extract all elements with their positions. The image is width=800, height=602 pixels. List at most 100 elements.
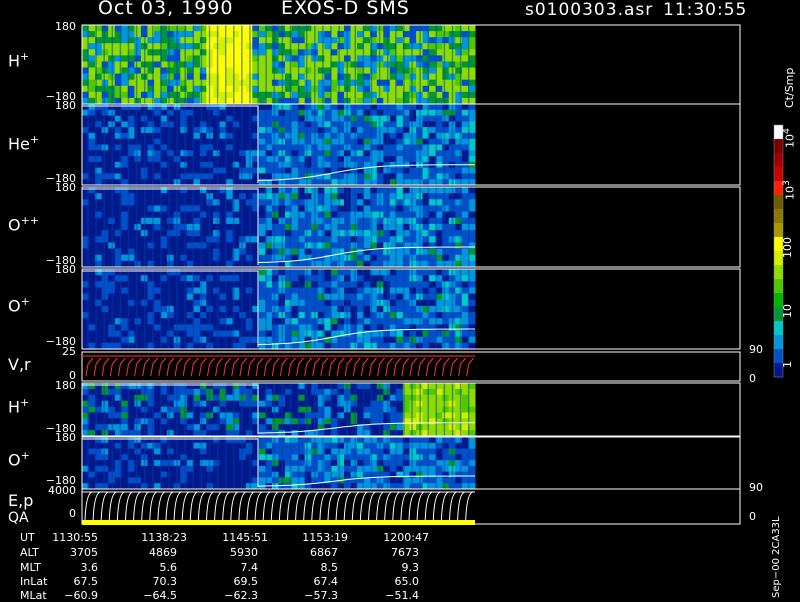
cell [134,67,142,75]
cell [442,305,450,313]
cell [442,418,450,425]
cell [271,79,279,87]
cell [134,305,142,313]
cell [180,477,188,484]
cell [396,336,404,344]
cell [330,49,338,56]
cell [180,460,188,467]
cell [383,254,391,262]
cell [291,121,299,128]
cell [409,25,417,32]
cell [350,104,358,111]
cell [468,230,476,237]
cell [88,150,96,157]
cell [271,138,279,146]
cell [101,299,109,307]
mlat-1: −60.9 [64,589,98,602]
cell [330,109,338,117]
cell [180,442,188,450]
cell [330,85,338,93]
cell [134,79,142,87]
cell [350,85,358,93]
cell [226,454,234,461]
cell [226,388,234,396]
cell [88,55,96,63]
tick-opp-top: 180 [55,181,76,194]
cell [101,85,109,93]
cell [154,275,162,282]
cell [101,67,109,75]
cell [239,37,247,44]
cell [350,275,358,282]
cell [468,115,476,122]
cell [226,37,234,44]
cell [101,193,109,200]
cell [213,109,221,117]
cell [258,383,266,390]
cell [101,312,109,319]
cell [193,406,201,414]
cell [468,223,476,231]
cell [180,199,188,207]
cell [363,437,371,444]
cell [330,79,338,87]
cell [461,91,469,99]
cell [226,55,234,63]
cell [461,437,469,444]
cell [363,412,371,419]
cell [258,85,266,93]
cell [304,299,312,307]
cell [193,281,201,289]
cell [409,55,417,63]
cell [88,49,96,56]
cell [409,471,417,479]
cell [442,217,450,225]
cell [160,236,168,243]
cell [409,394,417,402]
cell [213,67,221,75]
cell [429,269,437,276]
cell [213,324,221,332]
cell [101,318,109,325]
cell [213,205,221,213]
cell [180,305,188,313]
cell [461,156,469,163]
cell [121,37,129,44]
cell [330,127,338,134]
cell [121,25,129,32]
cell [101,173,109,180]
cell [383,287,391,295]
cell [193,127,201,134]
cell [101,394,109,402]
cell [330,144,338,151]
cell [304,37,312,44]
cell [461,442,469,450]
cell [350,161,358,169]
cell [213,55,221,63]
cell [396,109,404,117]
cell [258,150,266,157]
colorbar-tick-1e4: 104 [781,128,797,148]
cell [167,91,175,99]
cell [330,115,338,122]
cell [154,161,162,169]
cell [461,465,469,473]
cell [350,287,358,295]
cell [429,43,437,50]
cell [396,299,404,307]
cell [330,223,338,231]
cell [258,471,266,479]
cell [429,388,437,396]
cell [317,25,325,32]
cell [193,477,201,484]
cell [154,127,162,134]
cell [330,43,338,50]
cell [383,115,391,122]
cell [160,193,168,200]
cell [160,132,168,140]
cell [154,115,162,122]
cell [160,31,168,38]
cell [383,442,391,450]
cell [363,406,371,414]
cell [304,324,312,332]
